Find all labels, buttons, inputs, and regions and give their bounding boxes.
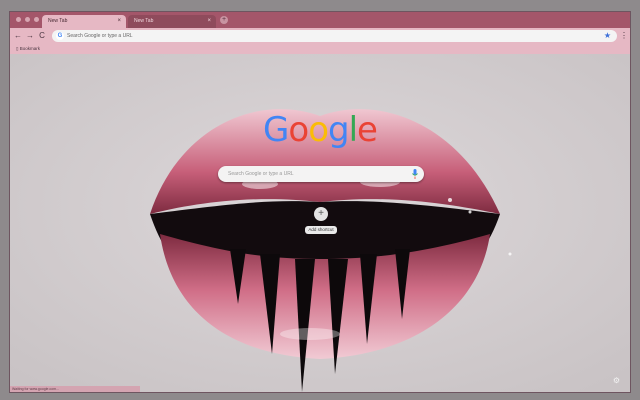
microphone-icon[interactable]: [412, 169, 418, 179]
bookmark-label: Bookmark: [19, 46, 40, 51]
logo-letter: o: [288, 110, 309, 150]
close-window-button[interactable]: [16, 17, 21, 22]
reload-button[interactable]: C: [37, 31, 47, 41]
back-button[interactable]: ←: [13, 31, 23, 41]
logo-letter: l: [348, 110, 359, 150]
close-icon[interactable]: ×: [117, 15, 121, 28]
bookmark-item[interactable]: ▯ Bookmark: [16, 44, 40, 54]
address-bar[interactable]: G Search Google or type a URL ★: [52, 30, 617, 42]
browser-window: New Tab × New Tab × + ← → C G Search Goo…: [10, 12, 630, 392]
logo-letter: g: [328, 110, 350, 150]
forward-button[interactable]: →: [25, 31, 35, 41]
logo-letter: G: [263, 110, 289, 150]
toolbar: ← → C G Search Google or type a URL ★ ⋮: [10, 28, 630, 44]
add-shortcut-icon[interactable]: +: [314, 207, 328, 221]
google-g-icon: G: [56, 32, 64, 40]
google-logo: Google: [10, 110, 630, 150]
new-tab-page: Google Search Google or type a URL + Add…: [10, 54, 630, 392]
tab-new-tab-active[interactable]: New Tab ×: [42, 15, 126, 28]
tab-label: New Tab: [48, 18, 68, 24]
close-icon[interactable]: ×: [207, 15, 211, 28]
logo-letter: o: [308, 110, 329, 150]
tab-strip: New Tab × New Tab × +: [10, 12, 630, 28]
search-box[interactable]: Search Google or type a URL: [218, 166, 424, 182]
theme-background-lips-image: [10, 54, 630, 392]
search-placeholder: Search Google or type a URL: [228, 171, 294, 177]
add-shortcut-label[interactable]: Add shortcut: [305, 226, 337, 234]
status-bar: Waiting for www.google.com...: [10, 386, 140, 392]
tab-new-tab-inactive[interactable]: New Tab ×: [128, 15, 216, 28]
tab-label: New Tab: [134, 18, 154, 24]
customize-gear-icon[interactable]: ⚙: [613, 376, 620, 385]
kebab-menu-icon[interactable]: ⋮: [620, 31, 628, 41]
window-controls: [16, 17, 39, 22]
logo-letter: e: [357, 110, 378, 150]
bookmarks-bar: ▯ Bookmark: [10, 44, 630, 54]
address-placeholder: Search Google or type a URL: [67, 33, 133, 39]
new-tab-button[interactable]: +: [220, 16, 228, 24]
maximize-window-button[interactable]: [34, 17, 39, 22]
bookmark-star-icon[interactable]: ★: [604, 30, 611, 42]
minimize-window-button[interactable]: [25, 17, 30, 22]
